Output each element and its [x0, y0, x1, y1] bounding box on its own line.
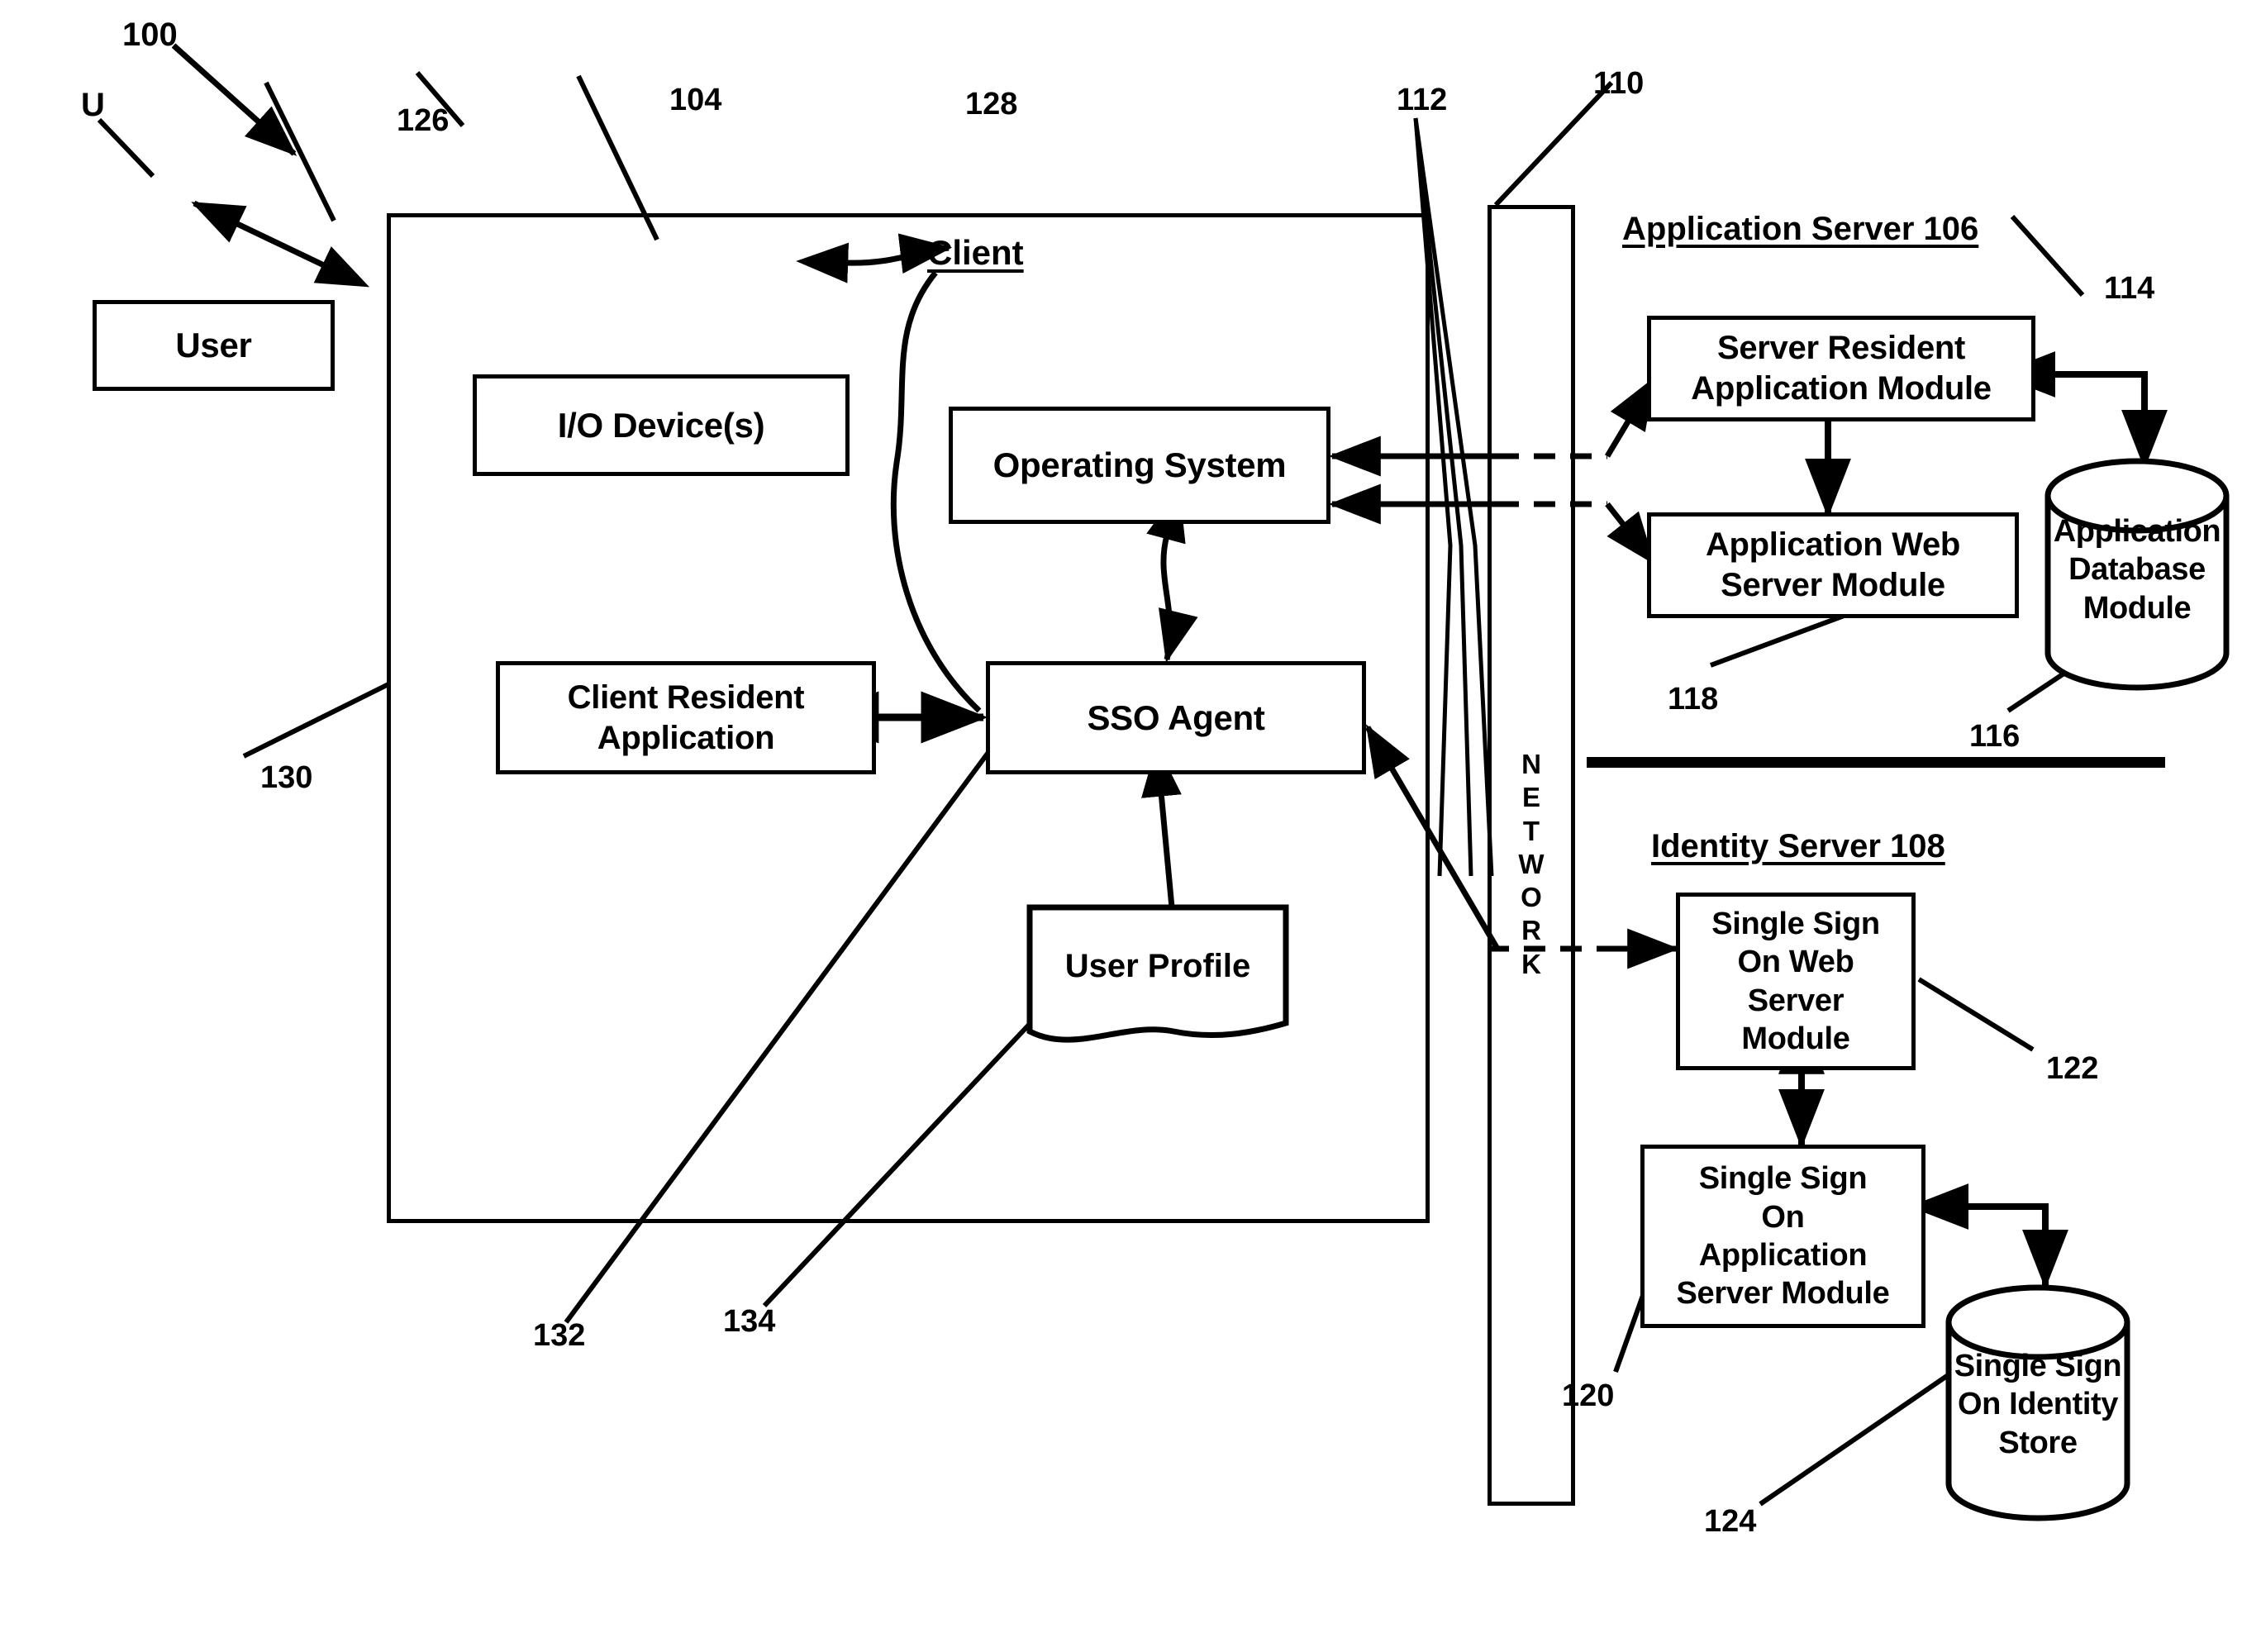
numeral-128: 128 — [965, 87, 1018, 121]
arrow-ssoasm-ssostore — [1909, 1183, 2068, 1289]
sso-web-server-module-line1: Single Sign — [1711, 906, 1880, 941]
application-database-module-label: Application Database Module — [2041, 512, 2233, 627]
numeral-130: 130 — [260, 760, 313, 795]
application-database-module-line3: Module — [2083, 590, 2192, 626]
network-letter-t: T — [1522, 815, 1540, 846]
server-resident-application-module-line2: Application Module — [1691, 370, 1992, 407]
leader-114 — [2010, 214, 2085, 298]
leader-124 — [1759, 1357, 1973, 1507]
network-label: N E T W O R K — [1507, 748, 1556, 981]
numeral-110: 110 — [1593, 66, 1645, 101]
user-box: User — [93, 300, 335, 391]
sso-web-server-module-line4: Module — [1741, 1021, 1850, 1056]
arrow-network-sram — [1604, 377, 1656, 458]
client-resident-application-line1: Client Resident — [567, 678, 805, 716]
numeral-100: 100 — [122, 17, 178, 53]
single-sign-on-web-server-module-box: Single Sign On Web Server Module — [1676, 893, 1916, 1070]
leader-118 — [1709, 609, 1857, 668]
sso-application-server-module-line3: Application — [1698, 1238, 1868, 1273]
numeral-104: 104 — [669, 83, 722, 117]
application-web-server-module-box: Application Web Server Module — [1647, 512, 2019, 618]
numeral-118: 118 — [1668, 682, 1719, 717]
numeral-U: U — [81, 87, 105, 123]
leader-130 — [242, 682, 390, 759]
application-server-title: Application Server 106 — [1622, 211, 1979, 247]
network-letter-e: E — [1521, 782, 1540, 813]
numeral-114: 114 — [2104, 271, 2155, 306]
patent-figure-canvas: 100 U 126 104 128 112 110 114 118 116 12… — [0, 0, 2242, 1652]
sso-web-server-module-line3: Server — [1747, 983, 1845, 1018]
client-resident-application-line2: Application — [597, 719, 775, 756]
sso-identity-store-line1: Single Sign — [1954, 1349, 2122, 1383]
sso-web-server-module-line2: On Web — [1737, 945, 1854, 980]
sso-identity-store-line2: On Identity — [1957, 1387, 2119, 1422]
sso-identity-store-line3: Store — [1998, 1425, 2078, 1460]
numeral-116: 116 — [1969, 719, 2021, 754]
sso-application-server-module-line4: Server Module — [1676, 1276, 1890, 1312]
leader-126 — [264, 81, 336, 222]
numeral-132: 132 — [533, 1318, 586, 1353]
network-letter-o: O — [1521, 882, 1542, 912]
sso-agent-box: SSO Agent — [986, 661, 1366, 774]
single-sign-on-application-server-module-box: Single Sign On Application Server Module — [1640, 1145, 1925, 1328]
server-section-divider — [1587, 757, 2165, 768]
leader-U — [97, 117, 155, 179]
identity-server-title: Identity Server 108 — [1651, 828, 1945, 864]
application-database-module-line1: Application — [2053, 514, 2221, 549]
user-profile-label: User Profile — [1064, 948, 1251, 984]
io-device-label: I/O Device(s) — [557, 405, 765, 445]
network-letter-n: N — [1521, 749, 1541, 779]
arrow-network-awsm — [1605, 502, 1655, 565]
application-web-server-module-line1: Application Web — [1705, 526, 1961, 564]
numeral-126: 126 — [397, 103, 450, 138]
network-letter-r: R — [1521, 915, 1541, 946]
sso-application-server-module-line1: Single Sign — [1698, 1161, 1868, 1197]
application-database-module-line2: Database — [2068, 552, 2206, 588]
io-device-box: I/O Device(s) — [473, 374, 850, 476]
client-resident-application-box: Client Resident Application — [496, 661, 876, 774]
leader-122 — [1917, 977, 2035, 1052]
operating-system-label: Operating System — [992, 445, 1287, 485]
server-resident-application-module-box: Server Resident Application Module — [1647, 316, 2035, 421]
numeral-134: 134 — [723, 1304, 776, 1339]
numeral-122: 122 — [2046, 1051, 2099, 1086]
sso-agent-label: SSO Agent — [1087, 697, 1265, 737]
numeral-124: 124 — [1704, 1504, 1757, 1539]
network-letter-k: K — [1521, 948, 1541, 979]
sso-application-server-module-line2: On — [1761, 1199, 1805, 1235]
user-box-label: User — [175, 326, 252, 365]
arrow-user-io — [191, 200, 370, 288]
single-sign-on-identity-store-label: Single Sign On Identity Store — [1942, 1347, 2134, 1462]
client-title: Client — [927, 233, 1024, 272]
application-web-server-module-line2: Server Module — [1721, 567, 1945, 603]
operating-system-box: Operating System — [949, 407, 1330, 524]
numeral-112: 112 — [1397, 83, 1448, 117]
network-letter-w: W — [1518, 848, 1545, 879]
server-resident-application-module-line1: Server Resident — [1716, 330, 1966, 367]
